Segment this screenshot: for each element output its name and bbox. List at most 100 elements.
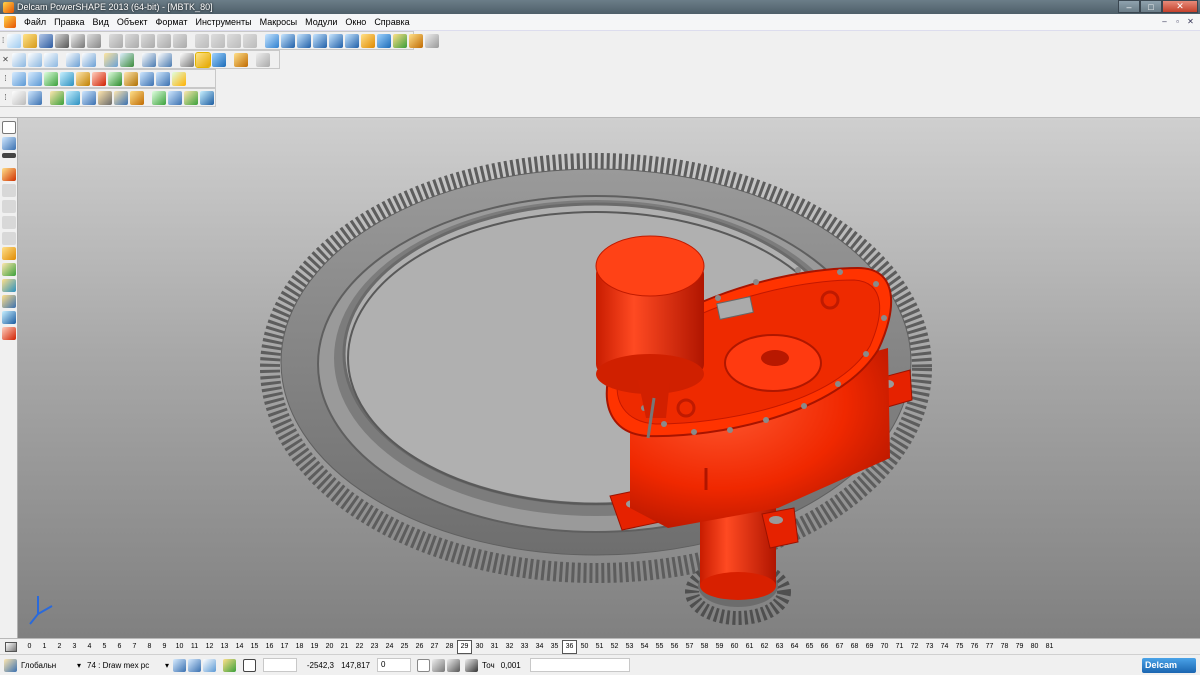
material-icon[interactable] — [173, 658, 186, 672]
tolerance-value[interactable]: 0,001 — [498, 658, 526, 673]
layer-button[interactable]: 53 — [622, 641, 637, 653]
workplane-select[interactable]: Глобальн — [18, 658, 74, 673]
layer-button[interactable]: 76 — [967, 641, 982, 653]
layer-button[interactable]: 78 — [997, 641, 1012, 653]
layer-button[interactable]: 50 — [577, 641, 592, 653]
delete-icon[interactable] — [173, 33, 188, 48]
print-icon[interactable] — [71, 33, 86, 48]
doc-minimize-button[interactable]: – — [1159, 17, 1170, 28]
solid-fillet-icon[interactable] — [124, 71, 138, 86]
unblank-icon[interactable] — [2, 232, 16, 245]
layer-button[interactable]: 4 — [82, 641, 97, 653]
workplane-dropdown-icon[interactable]: ▾ — [74, 658, 84, 673]
layer-button[interactable]: 0 — [22, 641, 37, 653]
layer-button[interactable]: 3 — [67, 641, 82, 653]
toolbar-grip-icon[interactable]: ⁞ — [2, 33, 4, 48]
layer-button[interactable]: 30 — [472, 641, 487, 653]
layer-button[interactable]: 68 — [847, 641, 862, 653]
view-top-icon[interactable] — [12, 52, 26, 67]
layer-button[interactable]: 73 — [922, 641, 937, 653]
scale-icon[interactable] — [98, 90, 112, 105]
layer-button[interactable]: 16 — [262, 641, 277, 653]
save-icon[interactable] — [39, 33, 54, 48]
layer-button[interactable]: 51 — [592, 641, 607, 653]
rotate-view-icon[interactable] — [104, 52, 118, 67]
measure-icon[interactable] — [2, 247, 16, 260]
solid-drive-icon[interactable] — [76, 71, 90, 86]
layer-button[interactable]: 24 — [382, 641, 397, 653]
layer-button[interactable]: 65 — [802, 641, 817, 653]
layer-button[interactable]: 12 — [202, 641, 217, 653]
layer-button[interactable]: 22 — [352, 641, 367, 653]
zoom-icon[interactable] — [120, 52, 134, 67]
copy-multi-icon[interactable] — [130, 90, 144, 105]
group-icon[interactable] — [2, 184, 16, 197]
grid-icon[interactable] — [243, 658, 256, 672]
layer-button[interactable]: 59 — [712, 641, 727, 653]
layer-button[interactable]: 80 — [1027, 641, 1042, 653]
layer-dropdown-icon[interactable]: ▾ — [162, 658, 172, 673]
solid-feature-icon[interactable] — [172, 71, 186, 86]
shaded-icon[interactable] — [195, 51, 211, 68]
menu-macros[interactable]: Макросы — [256, 14, 302, 31]
menu-modules[interactable]: Модули — [301, 14, 341, 31]
redo-icon[interactable] — [211, 33, 226, 48]
edit-icon[interactable] — [157, 33, 172, 48]
layer-button[interactable]: 72 — [907, 641, 922, 653]
view-iso-icon[interactable] — [66, 52, 80, 67]
material-edit-icon[interactable] — [188, 658, 201, 672]
solid-cylinder-icon[interactable] — [28, 71, 42, 86]
arc-icon[interactable] — [313, 33, 328, 48]
layer-button[interactable]: 19 — [307, 641, 322, 653]
offset-icon[interactable] — [114, 90, 128, 105]
find-icon[interactable] — [2, 311, 16, 324]
layer-button[interactable]: 81 — [1042, 641, 1057, 653]
morph-icon[interactable] — [184, 90, 198, 105]
snap-icon[interactable] — [432, 658, 445, 672]
layer-button[interactable]: 14 — [232, 641, 247, 653]
layer-button[interactable]: 52 — [607, 641, 622, 653]
colour-icon[interactable] — [2, 327, 16, 340]
layer-button[interactable]: 66 — [817, 641, 832, 653]
graphics-viewport[interactable] — [18, 118, 1200, 638]
view-iso2-icon[interactable] — [82, 52, 96, 67]
workplane-snap-icon[interactable] — [447, 658, 460, 672]
layer-button[interactable]: 57 — [682, 641, 697, 653]
layer-button[interactable]: 28 — [442, 641, 457, 653]
wrap-icon[interactable] — [200, 90, 214, 105]
surface-icon[interactable] — [361, 33, 376, 48]
blend-icon[interactable] — [168, 90, 182, 105]
layer-button[interactable]: 36 — [562, 639, 577, 654]
new-model-icon[interactable] — [7, 33, 22, 48]
save-as-icon[interactable] — [55, 33, 70, 48]
solid-cone-icon[interactable] — [108, 71, 122, 86]
layer-button[interactable]: 61 — [742, 641, 757, 653]
solid-block-icon[interactable] — [12, 71, 26, 86]
dimension-icon[interactable] — [425, 33, 440, 48]
zoom-out-icon[interactable] — [158, 52, 172, 67]
z-coordinate[interactable]: 0 — [377, 658, 411, 672]
layer-button[interactable]: 77 — [982, 641, 997, 653]
layer-button[interactable]: 63 — [772, 641, 787, 653]
layer-button[interactable]: 33 — [517, 641, 532, 653]
layer-button[interactable]: 23 — [367, 641, 382, 653]
layer-button[interactable]: 58 — [697, 641, 712, 653]
layer-button[interactable]: 32 — [502, 641, 517, 653]
cut-icon[interactable] — [109, 33, 124, 48]
layer-button[interactable]: 34 — [532, 641, 547, 653]
layer-button[interactable]: 26 — [412, 641, 427, 653]
layer-button[interactable]: 20 — [322, 641, 337, 653]
layer-button[interactable]: 15 — [247, 641, 262, 653]
visualise-icon[interactable] — [2, 295, 16, 308]
toolbar-close-icon[interactable]: ✕ — [2, 52, 9, 67]
layer-button[interactable]: 75 — [952, 641, 967, 653]
minimize-button[interactable]: – — [1118, 0, 1140, 13]
layer-button[interactable]: 74 — [937, 641, 952, 653]
electrode-icon[interactable] — [409, 33, 424, 48]
layer-button[interactable]: 54 — [637, 641, 652, 653]
trim-icon[interactable] — [28, 90, 42, 105]
ungroup-icon[interactable] — [2, 200, 16, 213]
rotate-icon[interactable] — [66, 90, 80, 105]
doc-close-button[interactable]: ✕ — [1185, 17, 1196, 28]
copy-icon[interactable] — [125, 33, 140, 48]
